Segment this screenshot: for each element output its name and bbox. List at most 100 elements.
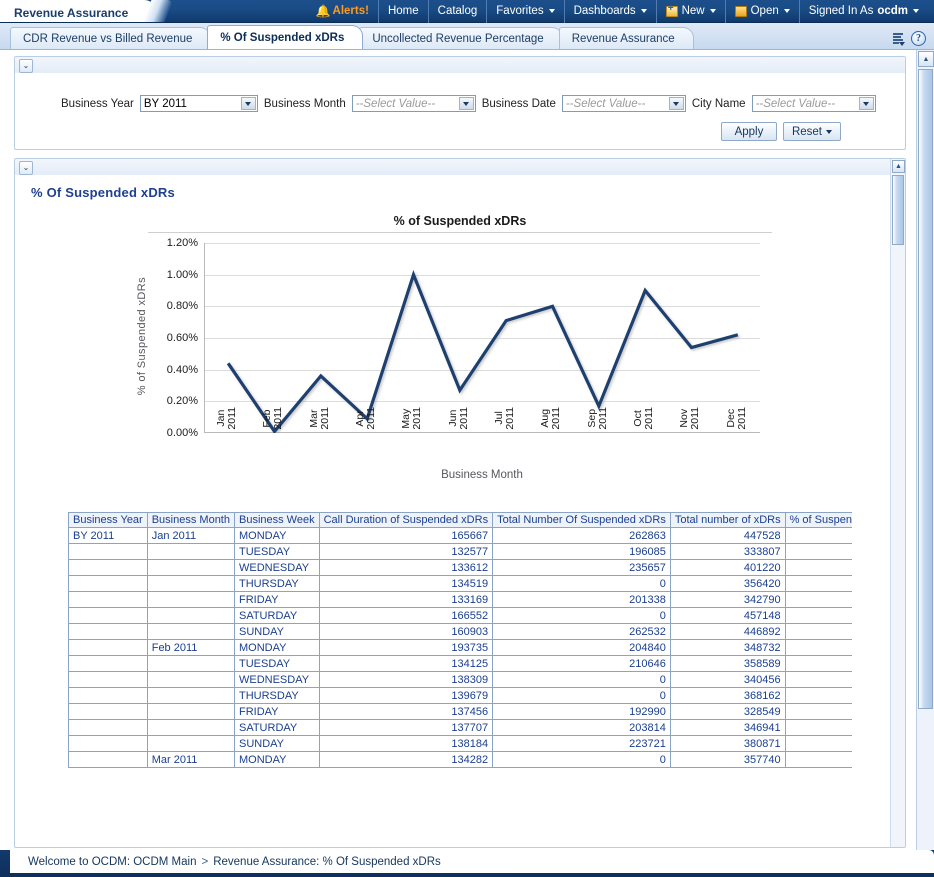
cell-call-duration: 193735: [319, 640, 492, 656]
business-month-value: --Select Value--: [356, 98, 435, 110]
chart-x-tick: Apr 2011: [351, 407, 381, 433]
cell-business-week: THURSDAY: [234, 688, 319, 704]
suspended-xdrs-line-chart: % of Suspended xDRs % of Suspended xDRs …: [140, 214, 780, 504]
scroll-up-button[interactable]: ▲: [918, 51, 934, 67]
col-header-call-duration[interactable]: Call Duration of Suspended xDRs: [319, 513, 492, 528]
cell-business-week: SUNDAY: [234, 624, 319, 640]
nav-open[interactable]: Open: [726, 0, 800, 23]
cell-pct-suspended: 0.76%: [785, 528, 852, 544]
help-icon[interactable]: ?: [911, 31, 926, 46]
col-header-business-week[interactable]: Business Week: [234, 513, 319, 528]
chart-plot-area: [204, 243, 760, 433]
nav-catalog[interactable]: Catalog: [429, 0, 488, 23]
cell-pct-suspended: 0.18%: [785, 640, 852, 656]
chevron-down-icon[interactable]: [669, 97, 684, 110]
col-header-total-xdrs[interactable]: Total number of xDRs: [670, 513, 785, 528]
business-date-value: --Select Value--: [566, 98, 645, 110]
chevron-down-icon[interactable]: [241, 97, 256, 110]
chevron-down-icon: [710, 9, 716, 13]
chevron-down-icon: [913, 9, 919, 13]
cell-total-suspended: 262863: [493, 528, 671, 544]
chart-x-tick: Dec 2011: [722, 407, 752, 433]
chevron-down-icon[interactable]: [459, 97, 474, 110]
top-brand-bar: Revenue Assurance 🔔 Alerts! Home Catalog…: [0, 0, 934, 23]
col-header-business-month[interactable]: Business Month: [147, 513, 234, 528]
collapse-filter-panel-button[interactable]: ⌄: [19, 59, 33, 73]
chart-x-axis-ticks: Jan 2011Feb 2011Mar 2011Apr 2011May 2011…: [204, 407, 760, 467]
nav-dashboards[interactable]: Dashboards: [565, 0, 657, 23]
business-year-select[interactable]: BY 2011: [140, 95, 258, 112]
topbar-spacer: [158, 0, 306, 22]
tab-cdr-revenue-vs-billed-revenue[interactable]: CDR Revenue vs Billed Revenue: [10, 27, 211, 49]
tab-label: CDR Revenue vs Billed Revenue: [23, 33, 192, 45]
cell-total-xdrs: 328549: [670, 704, 785, 720]
cell-business-week: THURSDAY: [234, 576, 319, 592]
scroll-up-button[interactable]: ▲: [892, 160, 905, 173]
col-header-pct-suspended[interactable]: % of Suspended xDRs: [785, 513, 852, 528]
scroll-thumb[interactable]: [918, 69, 933, 709]
report-inner-scrollbar[interactable]: ▲: [890, 159, 905, 847]
nav-home[interactable]: Home: [379, 0, 429, 23]
cell-business-week: SATURDAY: [234, 608, 319, 624]
cell-business-month: [147, 576, 234, 592]
nav-favorites[interactable]: Favorites: [487, 0, 564, 23]
chart-x-tick: Feb 2011: [259, 407, 289, 433]
business-month-select[interactable]: --Select Value--: [352, 95, 476, 112]
cell-business-month: [147, 592, 234, 608]
chart-series-line: [205, 243, 761, 433]
cell-call-duration: 134282: [319, 752, 492, 768]
city-name-select[interactable]: --Select Value--: [752, 95, 876, 112]
breadcrumb: Revenue Assurance: % Of Suspended xDRs: [213, 856, 441, 868]
cell-total-xdrs: 368162: [670, 688, 785, 704]
business-month-label: Business Month: [264, 98, 346, 110]
cell-pct-suspended: 0.28%: [785, 656, 852, 672]
cell-call-duration: 138184: [319, 736, 492, 752]
new-document-icon: [666, 6, 678, 17]
cell-business-year: [69, 640, 148, 656]
cell-business-month: [147, 720, 234, 736]
apply-button[interactable]: Apply: [721, 122, 777, 141]
nav-new[interactable]: New: [657, 0, 726, 23]
chart-x-tick: Mar 2011: [305, 407, 335, 433]
page-scrollbar[interactable]: ▲: [916, 50, 934, 850]
chart-y-tick: 0.80%: [167, 300, 198, 312]
filter-button-row: Apply Reset: [27, 122, 893, 141]
filter-row: Business Year BY 2011 Business Month --S…: [27, 95, 893, 112]
cell-call-duration: 133612: [319, 560, 492, 576]
table-row: BY 2011Jan 2011MONDAY1656672628634475280…: [69, 528, 853, 544]
col-header-total-suspended[interactable]: Total Number Of Suspended xDRs: [493, 513, 671, 528]
chart-y-tick: 0.60%: [167, 332, 198, 344]
tab-revenue-assurance[interactable]: Revenue Assurance: [559, 27, 694, 49]
suspended-xdrs-table: Business Year Business Month Business We…: [68, 512, 852, 768]
cell-pct-suspended: 0.41%: [785, 688, 852, 704]
col-header-business-year[interactable]: Business Year: [69, 513, 148, 528]
status-bar: Welcome to OCDM: OCDM Main > Revenue Ass…: [0, 850, 934, 877]
cell-call-duration: 138309: [319, 672, 492, 688]
table-row: WEDNESDAY13830903404560.11%: [69, 672, 853, 688]
cell-pct-suspended: 0.05%: [785, 704, 852, 720]
cell-call-duration: 134519: [319, 576, 492, 592]
signed-in-as[interactable]: Signed In As ocdm: [800, 0, 928, 23]
cell-pct-suspended: 0.13%: [785, 720, 852, 736]
collapse-report-panel-button[interactable]: ⌄: [19, 161, 33, 175]
table-row: Feb 2011MONDAY1937352048403487320.18%: [69, 640, 853, 656]
scroll-thumb[interactable]: [892, 175, 904, 245]
cell-total-suspended: 223721: [493, 736, 671, 752]
apply-label: Apply: [735, 126, 764, 138]
report-panel: ⌄ % Of Suspended xDRs % of Suspended xDR…: [14, 158, 906, 848]
chevron-down-icon[interactable]: [859, 97, 874, 110]
brand-tab[interactable]: Revenue Assurance: [0, 0, 158, 22]
filter-body: Business Year BY 2011 Business Month --S…: [15, 73, 905, 149]
business-date-select[interactable]: --Select Value--: [562, 95, 686, 112]
alerts-button[interactable]: 🔔 Alerts!: [307, 0, 379, 23]
cell-total-suspended: 210646: [493, 656, 671, 672]
folder-open-icon: [735, 6, 747, 17]
chart-x-tick: Jan 2011: [212, 407, 242, 433]
cell-total-xdrs: 348732: [670, 640, 785, 656]
global-nav: 🔔 Alerts! Home Catalog Favorites Dashboa…: [307, 0, 934, 22]
tab-uncollected-revenue-percentage[interactable]: Uncollected Revenue Percentage: [359, 27, 562, 49]
tab-pct-of-suspended-xdrs[interactable]: % Of Suspended xDRs: [207, 25, 363, 49]
page-options-icon[interactable]: [890, 32, 905, 46]
reset-button[interactable]: Reset: [783, 122, 841, 141]
chevron-down-icon: [641, 9, 647, 13]
